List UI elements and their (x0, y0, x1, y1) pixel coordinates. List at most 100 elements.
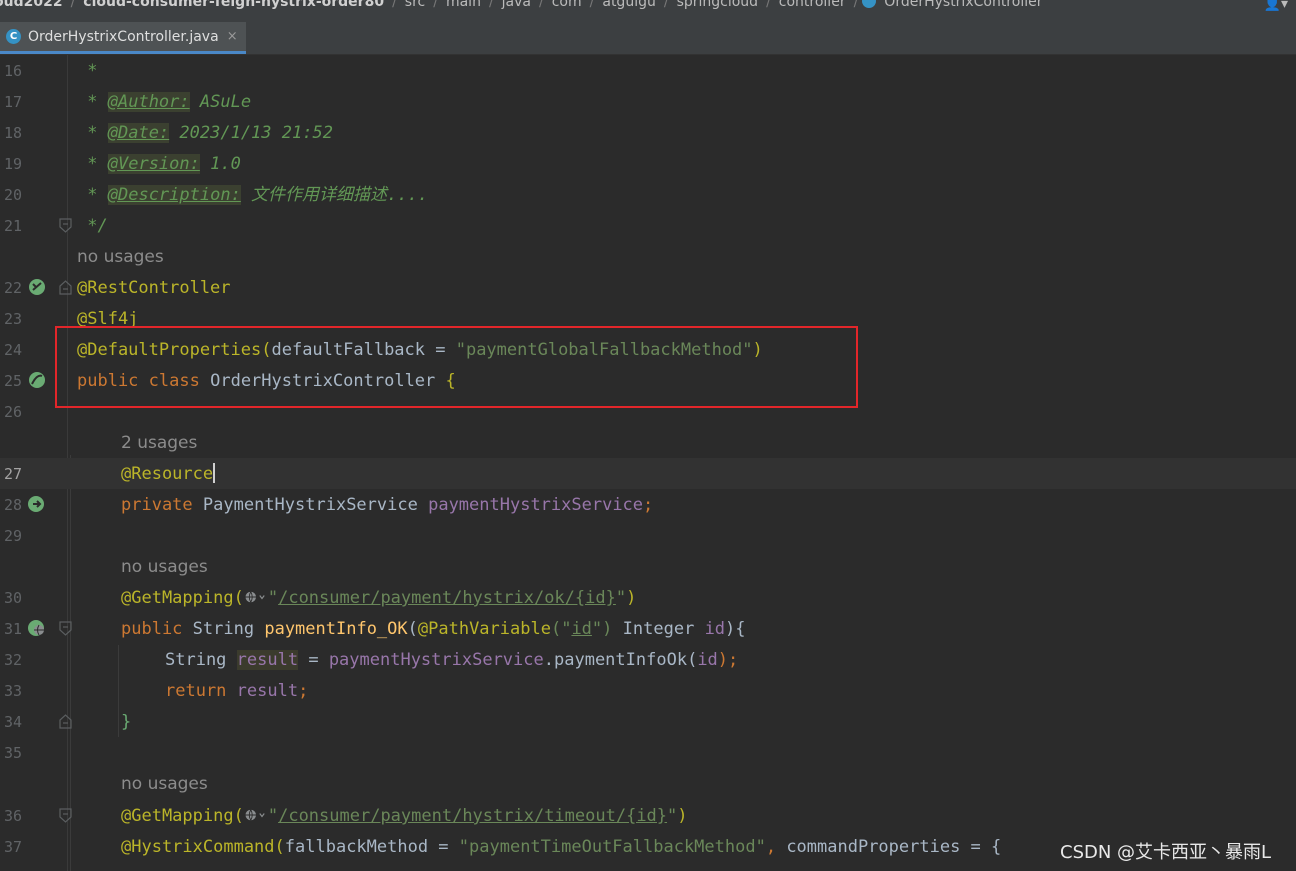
fold-icon[interactable] (59, 280, 72, 295)
javadoc-author-value: ASuLe (189, 92, 252, 112)
breadcrumb-src[interactable]: src (401, 0, 429, 10)
comma: , (765, 837, 787, 857)
breadcrumb-module[interactable]: cloud-consumer-feign-hystrix-order80 (79, 0, 388, 10)
line-number: 18 (3, 124, 22, 142)
tab-label: OrderHystrixController.java (28, 28, 219, 45)
code-line: 33 return result; (0, 675, 1296, 706)
line-number: 27 (3, 465, 22, 483)
code-line: 19 * @Version: 1.0 (0, 148, 1296, 179)
fold-end-icon[interactable] (59, 218, 72, 233)
breadcrumb-separator: / (488, 0, 494, 10)
line-number: 37 (3, 838, 22, 856)
user-menu-icon[interactable]: 👤▾ (1264, 0, 1288, 12)
globe-chevron-icon[interactable] (244, 806, 268, 824)
ok-path[interactable]: /consumer/payment/hystrix/ok/{id} (278, 588, 616, 608)
breadcrumb-separator: / (766, 0, 771, 10)
close-stmt: ); (717, 650, 739, 670)
dot: . (543, 650, 554, 670)
line-number: 22 (3, 279, 22, 297)
code-line: 22 @RestController (0, 272, 1296, 303)
semicolon: ; (643, 495, 654, 515)
code-line: 28 private PaymentHystrixService payment… (0, 489, 1296, 520)
method-call: paymentInfoOk (554, 650, 688, 670)
hystrix-command-annotation: @HystrixCommand (121, 837, 275, 857)
fallback-method-value: "paymentTimeOutFallbackMethod" (458, 837, 766, 857)
close-icon[interactable]: × (227, 29, 238, 44)
spring-bean-icon[interactable] (26, 370, 48, 390)
breadcrumb-java[interactable]: java (498, 0, 535, 10)
line-number: 20 (3, 186, 22, 204)
web-endpoint-icon[interactable] (26, 618, 48, 638)
usages-hint[interactable]: no usages (77, 245, 164, 269)
command-properties-attr: commandProperties = { (786, 837, 1002, 857)
breadcrumb-project[interactable]: oud2022 (0, 0, 67, 10)
id-param: id (704, 619, 726, 639)
inlay-hint-row: 2 usages (0, 427, 1296, 458)
autowired-bean-icon[interactable] (26, 494, 48, 514)
breadcrumb-controller[interactable]: controller (775, 0, 850, 10)
breadcrumb-separator: / (853, 0, 859, 10)
fallback-method-attr: fallbackMethod = (284, 837, 459, 857)
breadcrumb-class[interactable]: OrderHystrixController (880, 0, 1046, 10)
code-line: 16 * (0, 55, 1296, 86)
editor-tab-bar: C OrderHystrixController.java × (0, 22, 1296, 55)
service-type: PaymentHystrixService (202, 495, 418, 515)
breadcrumb-separator: / (70, 0, 76, 10)
rest-controller-annotation: @RestController (77, 278, 231, 298)
usages-hint[interactable]: 2 usages (121, 431, 197, 455)
red-highlight-box (55, 326, 858, 408)
spring-bean-icon[interactable] (26, 277, 48, 297)
public-keyword: public (121, 619, 183, 639)
string-type: String (165, 650, 227, 670)
comment-star: * (87, 123, 98, 143)
timeout-path[interactable]: /consumer/payment/hystrix/timeout/{id} (278, 806, 667, 826)
comment-end: */ (87, 216, 108, 236)
line-number: 24 (3, 341, 22, 359)
fold-end-icon[interactable] (59, 714, 72, 729)
javadoc-version-value: 1.0 (199, 154, 241, 174)
code-editor[interactable]: 16 * 17 * @Author: ASuLe 18 * @Date: 202… (0, 55, 1296, 871)
path-var-close: ") (591, 619, 613, 639)
return-keyword: return (165, 681, 227, 701)
javadoc-version-tag: @Version: (107, 154, 200, 174)
id-arg: id (697, 650, 718, 670)
code-line: 30 @GetMapping("/consumer/payment/hystri… (0, 582, 1296, 613)
line-number: 32 (3, 651, 22, 669)
tab-orderhystrixcontroller[interactable]: C OrderHystrixController.java × (0, 22, 246, 54)
breadcrumb-separator: / (392, 0, 397, 10)
javadoc-date-tag: @Date: (107, 123, 170, 143)
private-keyword: private (121, 495, 193, 515)
line-number: 17 (3, 93, 22, 111)
path-var-open: (" (550, 619, 572, 639)
get-mapping-annotation: @GetMapping (121, 806, 234, 826)
path-var-id: id (571, 619, 592, 639)
breadcrumb-springcloud[interactable]: springcloud (673, 0, 763, 10)
fold-icon[interactable] (59, 808, 72, 823)
line-number: 30 (3, 589, 22, 607)
javadoc-author-tag: @Author: (107, 92, 190, 112)
usages-hint[interactable]: no usages (121, 555, 208, 579)
usages-hint[interactable]: no usages (121, 772, 208, 796)
line-number: 21 (3, 217, 22, 235)
paren: ( (407, 619, 418, 639)
paren: ( (233, 588, 244, 608)
fold-icon[interactable] (59, 621, 72, 636)
text-caret (213, 463, 216, 483)
globe-chevron-icon[interactable] (244, 588, 268, 606)
quote: " (267, 806, 279, 826)
result-ref: result (236, 681, 299, 701)
paren-brace: ){ (725, 619, 746, 639)
breadcrumb-atguigu[interactable]: atguigu (598, 0, 659, 10)
result-var: result (236, 650, 299, 670)
method-name: paymentInfo_OK (264, 619, 408, 639)
code-line: 34 } (0, 706, 1296, 737)
quote: " (615, 588, 627, 608)
line-number: 16 (3, 62, 22, 80)
breadcrumb-com[interactable]: com (548, 0, 586, 10)
breadcrumb-main[interactable]: main (442, 0, 485, 10)
inlay-hint-row: no usages (0, 241, 1296, 272)
javadoc-description-tag: @Description: (107, 185, 241, 205)
code-line: 20 * @Description: 文件作用详细描述.... (0, 179, 1296, 210)
breadcrumb-separator: / (539, 0, 544, 10)
service-field: paymentHystrixService (328, 650, 544, 670)
